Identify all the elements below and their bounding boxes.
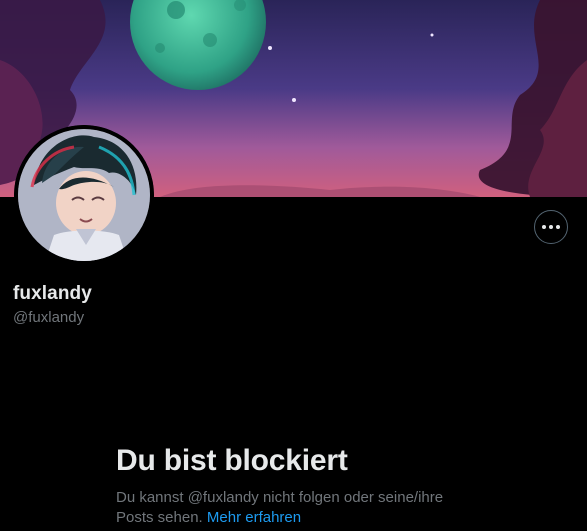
learn-more-link[interactable]: Mehr erfahren: [207, 509, 301, 526]
avatar-image: [14, 125, 154, 265]
blocked-description-line2: Posts sehen.: [116, 509, 203, 526]
more-horizontal-icon: [542, 225, 560, 229]
blocked-description-line1: Du kannst @fuxlandy nicht folgen oder se…: [116, 489, 444, 506]
blocked-title: Du bist blockiert: [116, 444, 348, 477]
profile-handle: @fuxlandy: [13, 309, 85, 326]
blocked-description: Du kannst @fuxlandy nicht folgen oder se…: [116, 488, 496, 528]
profile-display-name: fuxlandy: [13, 283, 92, 304]
profile-avatar[interactable]: [14, 125, 154, 265]
more-options-button[interactable]: [534, 210, 568, 244]
